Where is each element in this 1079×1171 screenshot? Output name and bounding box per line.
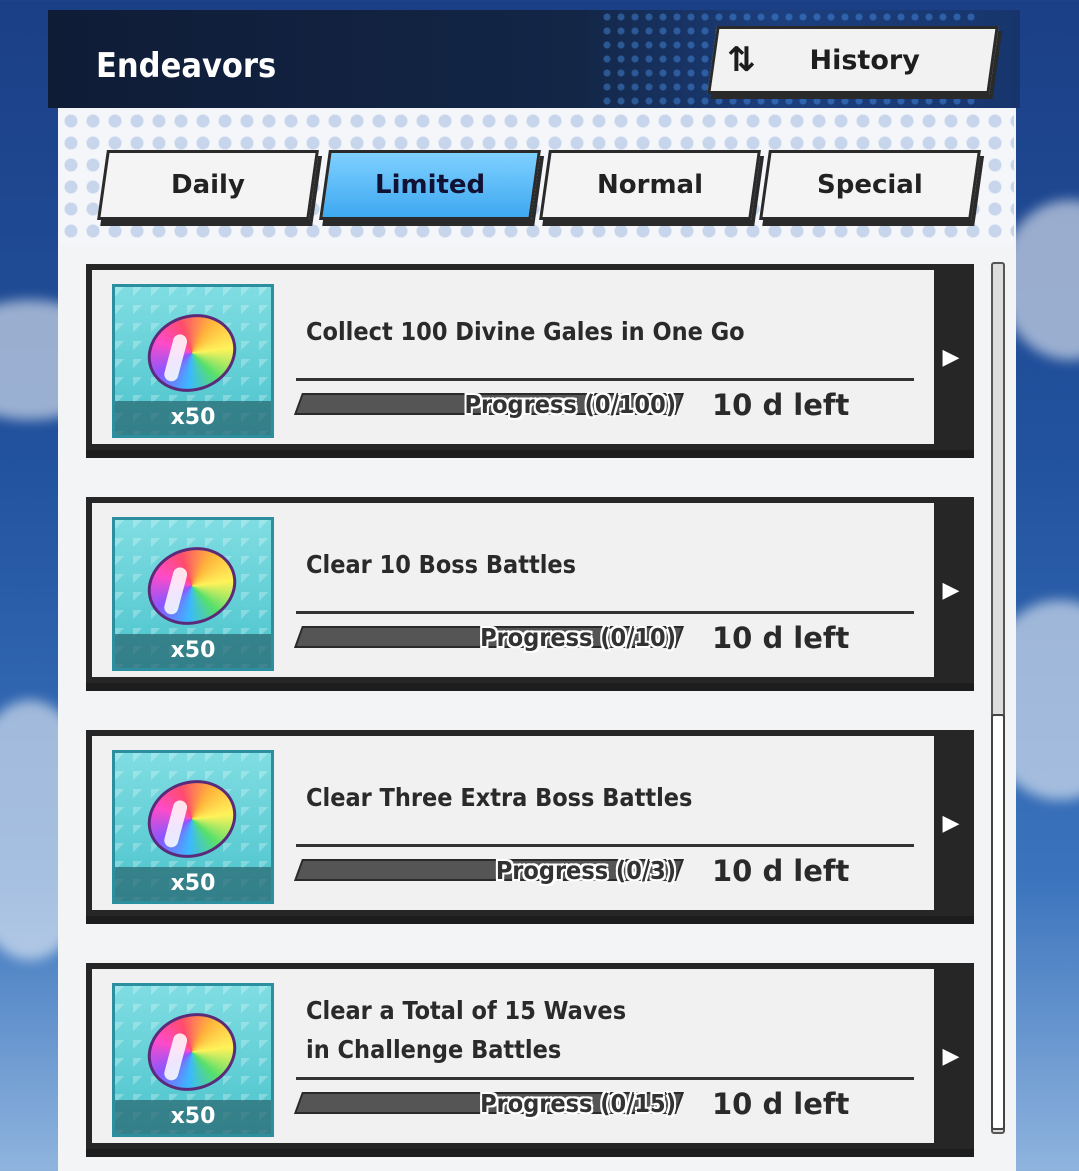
task-title-line: Clear Three Extra Boss Battles [306,783,693,812]
progress-fill [296,628,304,646]
tab-daily[interactable]: Daily [97,150,319,220]
progress-fill [296,395,304,413]
reward-quantity: x50 [115,1100,271,1134]
time-left: 10 d left [712,854,850,888]
time-left: 10 d left [712,621,850,655]
scrollbar-thumb[interactable] [991,714,1005,1130]
swap-arrows-icon: ⇅ [727,40,756,80]
task-title-line: in Challenge Battles [306,1035,562,1064]
reward-tile: x50 [112,983,274,1137]
time-left: 10 d left [712,1087,850,1121]
endeavor-card[interactable]: x50 Clear 10 Boss Battles Progress (0/10… [86,497,974,683]
history-button[interactable]: ⇅ History [707,26,999,94]
card-arrow-strip[interactable]: ▶ [934,969,968,1143]
endeavor-card[interactable]: x50 Clear Three Extra Boss Battles Progr… [86,730,974,916]
progress-text: Progress (0/3) [495,856,676,885]
page-title: Endeavors [96,46,277,86]
progress-fill [296,1094,304,1112]
endeavor-card[interactable]: x50 Clear a Total of 15 Waves in Challeng… [86,963,974,1149]
rainbow-gem-icon [136,301,248,405]
card-divider [296,1077,914,1080]
tab-special[interactable]: Special [759,150,981,220]
reward-quantity: x50 [115,401,271,435]
task-title-line: Clear a Total of 15 Waves [306,996,627,1025]
rainbow-gem-icon [136,767,248,871]
card-arrow-strip[interactable]: ▶ [934,736,968,910]
progress-fill [296,861,304,879]
endeavor-card[interactable]: x50 Collect 100 Divine Gales in One Go P… [86,264,974,450]
reward-tile: x50 [112,750,274,904]
rainbow-gem-icon [136,1000,248,1104]
chevron-right-icon: ▶ [942,344,960,370]
card-arrow-strip[interactable]: ▶ [934,503,968,677]
tab-normal[interactable]: Normal [539,150,761,220]
progress-text: Progress (0/10) [480,623,676,652]
reward-tile: x50 [112,517,274,671]
chevron-right-icon: ▶ [942,577,960,603]
reward-quantity: x50 [115,867,271,901]
task-title-line: Clear 10 Boss Battles [306,550,577,579]
reward-tile: x50 [112,284,274,438]
history-label: History [809,44,920,76]
chevron-right-icon: ▶ [942,810,960,836]
tab-limited[interactable]: Limited [319,150,541,220]
card-divider [296,611,914,614]
card-arrow-strip[interactable]: ▶ [934,270,968,444]
chevron-right-icon: ▶ [942,1043,960,1069]
reward-quantity: x50 [115,634,271,668]
rainbow-gem-icon [136,534,248,638]
progress-text: Progress (0/100) [464,390,676,419]
task-title-line: Collect 100 Divine Gales in One Go [306,317,745,346]
time-left: 10 d left [712,388,850,422]
card-divider [296,378,914,381]
card-divider [296,844,914,847]
progress-text: Progress (0/15) [480,1089,676,1118]
